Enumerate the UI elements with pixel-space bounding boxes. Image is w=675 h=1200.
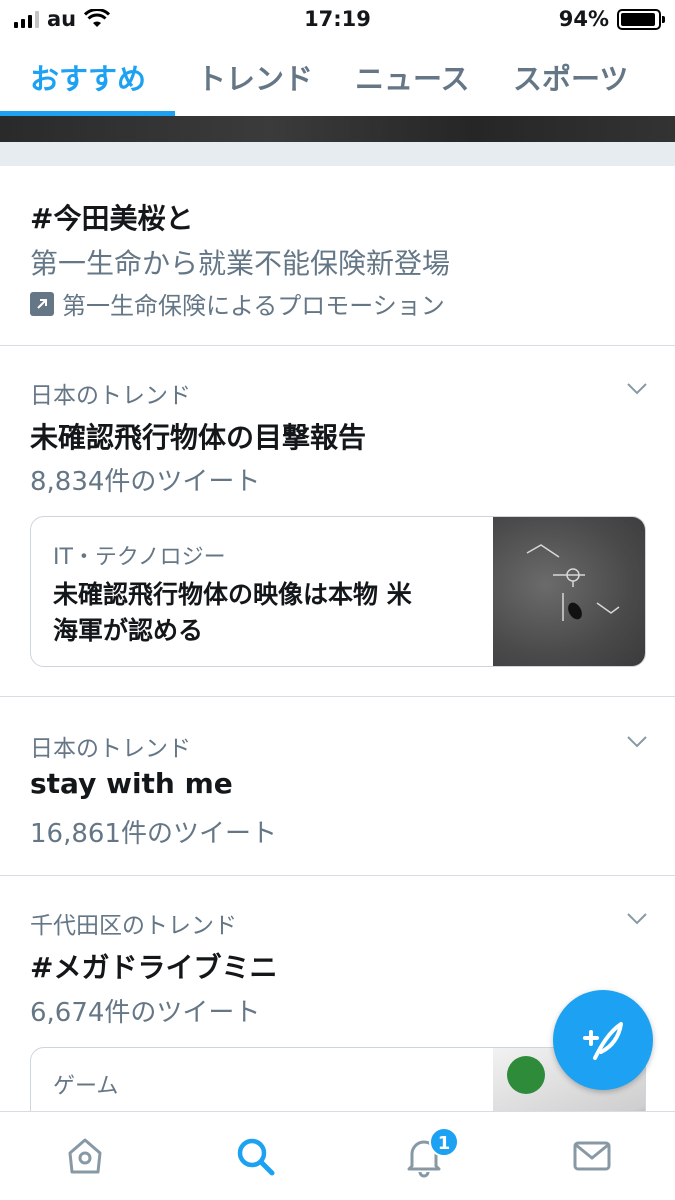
trend-name[interactable]: stay with me [30,767,233,800]
news-card[interactable]: IT・テクノロジー 未確認飛行物体の映像は本物 米 海軍が認める [30,516,646,667]
battery-percent: 94% [558,7,609,31]
news-thumbnail[interactable] [493,517,645,666]
news-headline[interactable]: 未確認飛行物体の映像は本物 米 海軍が認める [53,577,473,649]
trend-count: 6,674件のツイート [30,998,261,1028]
promoted-hashtag[interactable]: #今田美桜と [30,197,193,237]
trend-name[interactable]: 未確認飛行物体の目撃報告 [30,416,366,456]
tab-trends[interactable]: トレンド [197,56,313,98]
divider [0,345,675,346]
promoted-by: 第一生命保険によるプロモーション [30,286,445,321]
compose-tweet-button[interactable] [553,990,653,1090]
product-sticker [507,1056,545,1094]
mail-icon[interactable] [570,1134,614,1178]
divider [0,696,675,697]
home-icon[interactable] [63,1134,107,1178]
news-headline-line: 未確認飛行物体の映像は本物 米 [53,580,412,609]
trend-context: 日本のトレンド [30,736,191,762]
news-category: ゲーム [53,1074,119,1099]
news-category: IT・テクノロジー [53,545,226,570]
ufo-image [526,544,620,621]
tab-sports[interactable]: スポーツ [513,56,628,98]
trend-name[interactable]: #メガドライブミニ [30,946,277,986]
tab-recommended[interactable]: おすすめ [30,56,146,98]
bottom-nav: 1 [0,1111,675,1200]
tab-news[interactable]: ニュース [355,56,470,98]
promoted-description: 第一生命から就業不能保険新登場 [30,247,451,280]
promoted-by-label: 第一生命保険によるプロモーション [62,292,445,320]
trend-context: 日本のトレンド [30,383,191,409]
news-headline-line: 海軍が認める [53,616,204,645]
notification-badge: 1 [429,1127,459,1157]
hero-image[interactable] [0,116,675,142]
trend-context: 千代田区のトレンド [30,913,237,939]
chevron-down-icon[interactable] [627,383,647,395]
compose-icon [583,1022,623,1060]
trend-count: 16,861件のツイート [30,819,277,849]
promoted-icon [30,291,54,316]
status-bar: au 17:19 94% [0,0,675,40]
chevron-down-icon[interactable] [627,913,647,925]
status-right: 94% [558,7,665,31]
trend-count: 8,834件のツイート [30,467,261,497]
search-icon[interactable] [233,1134,277,1178]
section-separator [0,142,675,166]
battery-icon [617,8,665,30]
chevron-down-icon[interactable] [627,736,647,748]
explore-tabs: おすすめ トレンド ニュース スポーツ [0,40,675,116]
divider [0,875,675,876]
battery-fill [621,12,655,26]
